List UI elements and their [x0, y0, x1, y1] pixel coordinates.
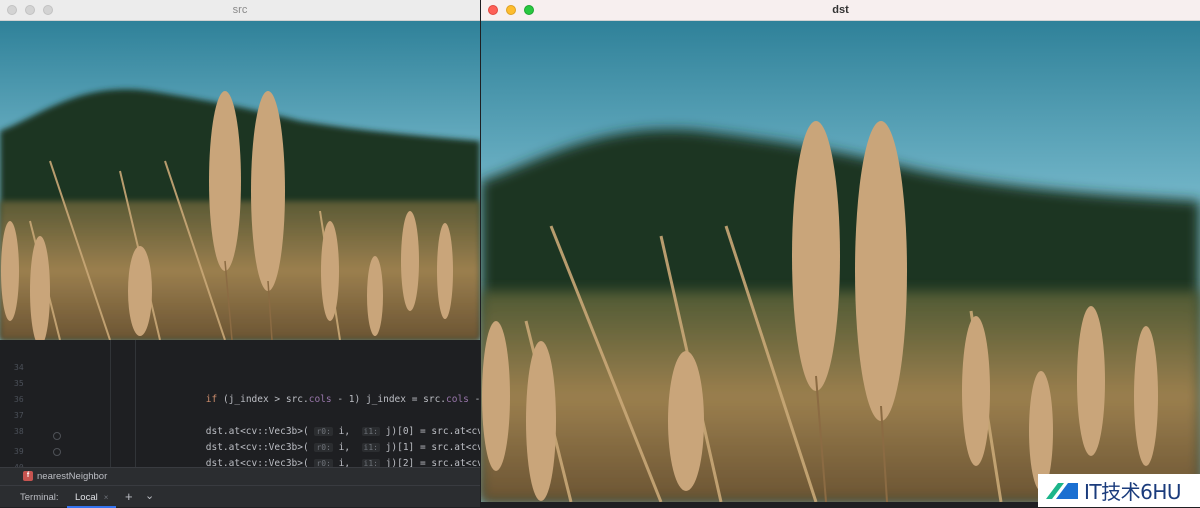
- dst-window: dst: [481, 0, 1200, 502]
- code-line: 38 dst.at<cv::Vec3b>( r0: i, i1: j)[2] =…: [0, 408, 480, 467]
- src-window: src: [0, 0, 480, 340]
- code-editor[interactable]: 34 if (j_index > src.cols - 1) j_index =…: [0, 340, 480, 467]
- fold-marker-icon[interactable]: [53, 432, 61, 440]
- dst-titlebar[interactable]: dst: [481, 0, 1200, 21]
- watermark-text: IT技术6HU: [1084, 480, 1182, 504]
- fold-marker-icon[interactable]: [53, 448, 61, 456]
- code-line: 37 dst.at<cv::Vec3b>( r0: i, i1: j)[1] =…: [0, 392, 480, 453]
- code-line: 39 }: [0, 428, 480, 456]
- code-line: 35: [0, 360, 480, 388]
- breadcrumb[interactable]: f nearestNeighbor: [0, 467, 480, 485]
- code-line: 36 dst.at<cv::Vec3b>( r0: i, i1: j)[0] =…: [0, 376, 480, 437]
- src-image: [0, 21, 480, 340]
- tab-terminal-local[interactable]: Local ×: [67, 486, 117, 508]
- code-line: 34 if (j_index > src.cols - 1) j_index =…: [0, 344, 480, 405]
- src-titlebar[interactable]: src: [0, 0, 480, 21]
- ide-panel: 34 if (j_index > src.cols - 1) j_index =…: [0, 340, 480, 508]
- watermark-logo-icon: [1044, 479, 1080, 503]
- breadcrumb-function[interactable]: nearestNeighbor: [37, 471, 107, 482]
- tab-label: Local: [75, 492, 98, 503]
- dst-image: [481, 21, 1200, 502]
- terminal-label: Terminal:: [20, 492, 59, 503]
- window-title: dst: [832, 4, 849, 16]
- terminal-toolbar: Terminal: Local × + ⌄: [0, 485, 480, 508]
- window-title: src: [232, 4, 248, 16]
- function-icon: f: [23, 471, 33, 481]
- code-line: 41 }: [0, 459, 480, 467]
- watermark: IT技术6HU: [1038, 474, 1200, 507]
- add-terminal-button[interactable]: +: [125, 489, 133, 504]
- code-line: 40 }: [0, 444, 480, 467]
- close-tab-icon[interactable]: ×: [104, 493, 109, 502]
- chevron-down-icon[interactable]: ⌄: [145, 489, 154, 502]
